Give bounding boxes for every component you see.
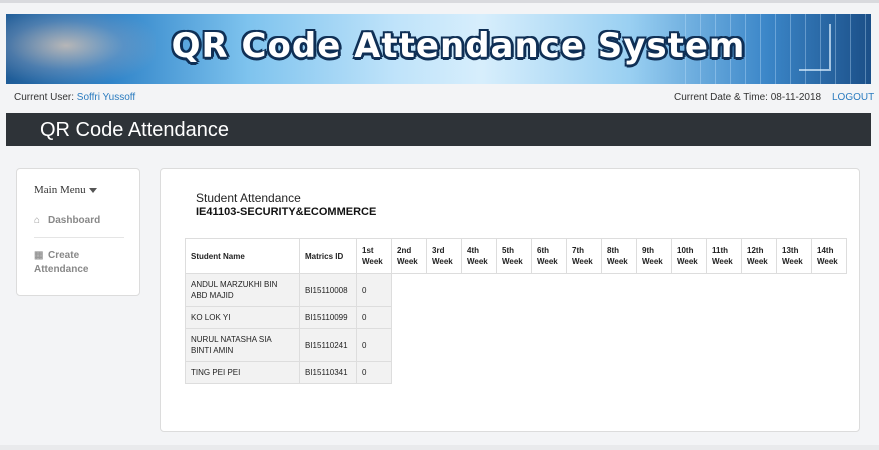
week-1-cell: 0 <box>356 273 392 307</box>
student-name-cell: TING PEI PEI <box>185 361 300 384</box>
sidebar: Main Menu ⌂ Dashboard ▦ Create Attendance <box>16 168 140 296</box>
main-menu-toggle[interactable]: Main Menu <box>34 184 97 196</box>
main-menu-label: Main Menu <box>34 184 86 196</box>
table-row: NURUL NATASHA SIA BINTI AMIN BI15110241 0 <box>185 328 847 362</box>
matrics-id-cell: BI15110241 <box>299 328 357 362</box>
user-bar: Current User: Soffri Yussoff Current Dat… <box>0 88 879 108</box>
column-header-week-8: 8th Week <box>601 238 637 274</box>
student-name-cell: KO LOK YI <box>185 306 300 329</box>
empty-cells <box>392 329 847 362</box>
current-datetime: Current Date & Time: 08-11-2018 <box>674 92 821 103</box>
table-row: ANDUL MARZUKHI BIN ABD MAJID BI15110008 0 <box>185 273 847 307</box>
sidebar-divider <box>34 237 124 238</box>
home-icon: ⌂ <box>34 215 41 226</box>
column-header-week-1: 1st Week <box>356 238 392 274</box>
week-1-cell: 0 <box>356 361 392 384</box>
datetime-value: 08-11-2018 <box>770 92 822 103</box>
sidebar-item-create-attendance[interactable]: ▦ Create Attendance <box>34 249 88 277</box>
column-header-week-13: 13th Week <box>776 238 812 274</box>
logout-link[interactable]: LOGOUT <box>832 92 874 103</box>
caret-down-icon <box>88 187 97 193</box>
table-header-row: Student Name Matrics ID 1st Week 2nd Week … <box>185 238 847 274</box>
sidebar-item-label-line1: Create <box>48 250 80 261</box>
top-border <box>0 0 879 3</box>
student-name-cell: ANDUL MARZUKHI BIN ABD MAJID <box>185 273 300 307</box>
column-header-week-9: 9th Week <box>636 238 672 274</box>
column-header-week-7: 7th Week <box>566 238 602 274</box>
empty-cells <box>392 362 847 384</box>
table-row: KO LOK YI BI15110099 0 <box>185 306 847 329</box>
sidebar-item-dashboard[interactable]: ⌂ Dashboard <box>34 214 100 228</box>
sidebar-item-label: Dashboard <box>48 215 101 226</box>
column-header-week-6: 6th Week <box>531 238 567 274</box>
current-user-label: Current User: <box>14 92 75 103</box>
column-header-week-14: 14th Week <box>811 238 847 274</box>
matrics-id-cell: BI15110341 <box>299 361 357 384</box>
column-header-week-12: 12th Week <box>741 238 777 274</box>
student-name-cell: NURUL NATASHA SIA BINTI AMIN <box>185 328 300 362</box>
banner-title: QR Code Attendance System <box>171 26 746 66</box>
banner: QR Code Attendance System <box>6 14 871 84</box>
matrics-id-cell: BI15110008 <box>299 273 357 307</box>
bottom-border <box>0 445 879 450</box>
empty-cells <box>392 274 847 307</box>
column-header-week-5: 5th Week <box>496 238 532 274</box>
attendance-table: Student Name Matrics ID 1st Week 2nd Week … <box>185 238 847 384</box>
week-1-cell: 0 <box>356 328 392 362</box>
column-header-week-3: 3rd Week <box>426 238 462 274</box>
page-header: QR Code Attendance <box>6 113 871 146</box>
column-header-week-10: 10th Week <box>671 238 707 274</box>
column-header-week-4: 4th Week <box>461 238 497 274</box>
column-header-matrics-id: Matrics ID <box>299 238 357 274</box>
column-header-week-2: 2nd Week <box>391 238 427 274</box>
matrics-id-cell: BI15110099 <box>299 306 357 329</box>
section-label: Student Attendance <box>196 191 301 205</box>
calendar-icon: ▦ <box>34 250 44 261</box>
column-header-student-name: Student Name <box>185 238 300 274</box>
datetime-label: Current Date & Time: <box>674 92 768 103</box>
course-title: IE41103-SECURITY&ECOMMERCE <box>196 206 377 218</box>
current-user: Current User: Soffri Yussoff <box>14 92 135 103</box>
page-title: QR Code Attendance <box>40 119 230 141</box>
empty-cells <box>392 307 847 329</box>
week-1-cell: 0 <box>356 306 392 329</box>
column-header-week-11: 11th Week <box>706 238 742 274</box>
table-row: TING PEI PEI BI15110341 0 <box>185 361 847 384</box>
attendance-panel: Student Attendance IE41103-SECURITY&ECOM… <box>160 168 860 432</box>
sidebar-item-label-line2: Attendance <box>34 264 89 275</box>
current-user-name[interactable]: Soffri Yussoff <box>77 92 135 103</box>
